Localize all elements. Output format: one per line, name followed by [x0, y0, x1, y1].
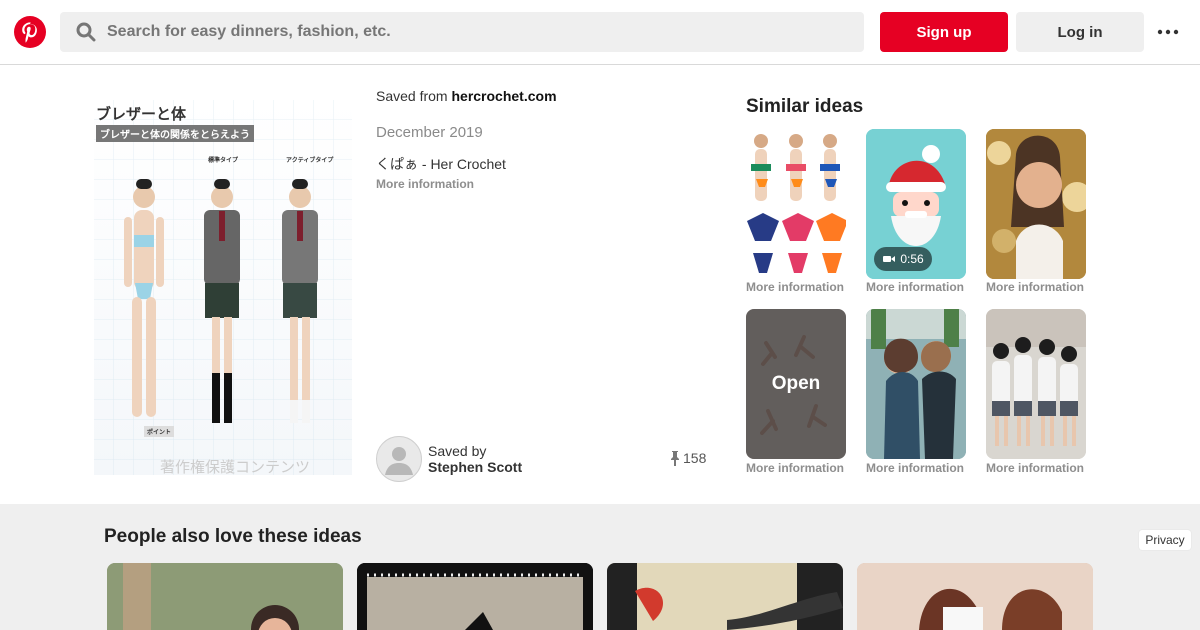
user-silhouette-icon — [385, 447, 413, 475]
outdoor-portrait-image — [107, 563, 343, 630]
avatar[interactable] — [376, 436, 422, 482]
search-icon — [76, 22, 96, 42]
more-options-icon[interactable] — [1156, 22, 1180, 42]
saver-name[interactable]: Stephen Scott — [428, 459, 522, 475]
tile-1-more-information[interactable]: More information — [746, 280, 844, 294]
tile-5-more-information[interactable]: More information — [866, 461, 964, 475]
search-bar[interactable] — [60, 12, 864, 52]
people-also-love-title: People also love these ideas — [104, 526, 362, 547]
similar-tile-6[interactable] — [986, 309, 1086, 459]
pin-image[interactable]: ブレザーと体 ブレザーと体の関係をとらえよう 標準タイプ アクティブタイプ ポイ… — [94, 100, 352, 475]
figure-blazer-active — [282, 179, 318, 423]
sketchbook-image — [357, 563, 593, 630]
image-subtitle: ブレザーと体の関係をとらえよう — [96, 125, 254, 142]
top-header: Sign up Log in — [0, 0, 1200, 65]
saved-from: Saved from hercrochet.com — [376, 88, 557, 104]
image-title: ブレザーと体 — [96, 105, 187, 123]
pinterest-logo-icon[interactable] — [14, 16, 46, 48]
similar-tile-4[interactable]: Open — [746, 309, 846, 459]
saved-from-prefix: Saved from — [376, 88, 452, 104]
type-label-active: アクティブタイプ — [286, 157, 334, 164]
comic-art-image — [607, 563, 843, 630]
pin-title: くぱぁ - Her Crochet — [376, 156, 506, 172]
similar-tile-5[interactable] — [866, 309, 966, 459]
similar-tile-3[interactable] — [986, 129, 1086, 279]
search-input[interactable] — [107, 12, 847, 52]
related-card-3[interactable] — [607, 563, 843, 630]
log-in-button[interactable]: Log in — [1016, 12, 1144, 52]
tile-6-more-information[interactable]: More information — [986, 461, 1084, 475]
tile-2-more-information[interactable]: More information — [866, 280, 964, 294]
sign-up-button[interactable]: Sign up — [880, 12, 1008, 52]
figure-blazer-standard — [204, 179, 240, 423]
source-link[interactable]: hercrochet.com — [451, 88, 556, 104]
video-duration: 0:56 — [900, 252, 924, 266]
type-label-standard: 標準タイプ — [208, 157, 239, 164]
similar-tile-1[interactable] — [746, 129, 846, 279]
tile-4-more-information[interactable]: More information — [746, 461, 844, 475]
video-camera-icon — [883, 256, 896, 262]
related-card-4[interactable] — [857, 563, 1093, 630]
privacy-button[interactable]: Privacy — [1139, 530, 1191, 550]
related-card-2[interactable] — [357, 563, 593, 630]
related-card-1[interactable] — [107, 563, 343, 630]
more-information-link[interactable]: More information — [376, 177, 474, 191]
open-overlay[interactable]: Open — [746, 309, 846, 459]
pin-date: December 2019 — [376, 124, 483, 141]
watermark-text: 著作権保護コンテンツ — [160, 458, 311, 475]
similar-tile-2[interactable]: 0:56 — [866, 129, 966, 279]
pin-icon — [671, 451, 679, 466]
video-badge: 0:56 — [874, 247, 932, 271]
two-women-image — [857, 563, 1093, 630]
figure-swimsuit — [124, 179, 164, 417]
similar-ideas-title: Similar ideas — [746, 96, 864, 117]
poolside-friends-image — [866, 309, 966, 459]
repin-number: 158 — [683, 450, 707, 466]
school-group-image — [986, 309, 1086, 459]
repin-count: 158 — [670, 450, 706, 466]
tile-3-more-information[interactable]: More information — [986, 280, 1084, 294]
saved-by-label: Saved by — [428, 443, 487, 459]
girl-portrait-image — [986, 129, 1086, 279]
swimsuit-collage-image — [747, 134, 846, 273]
point-label: ポイント — [144, 426, 175, 437]
